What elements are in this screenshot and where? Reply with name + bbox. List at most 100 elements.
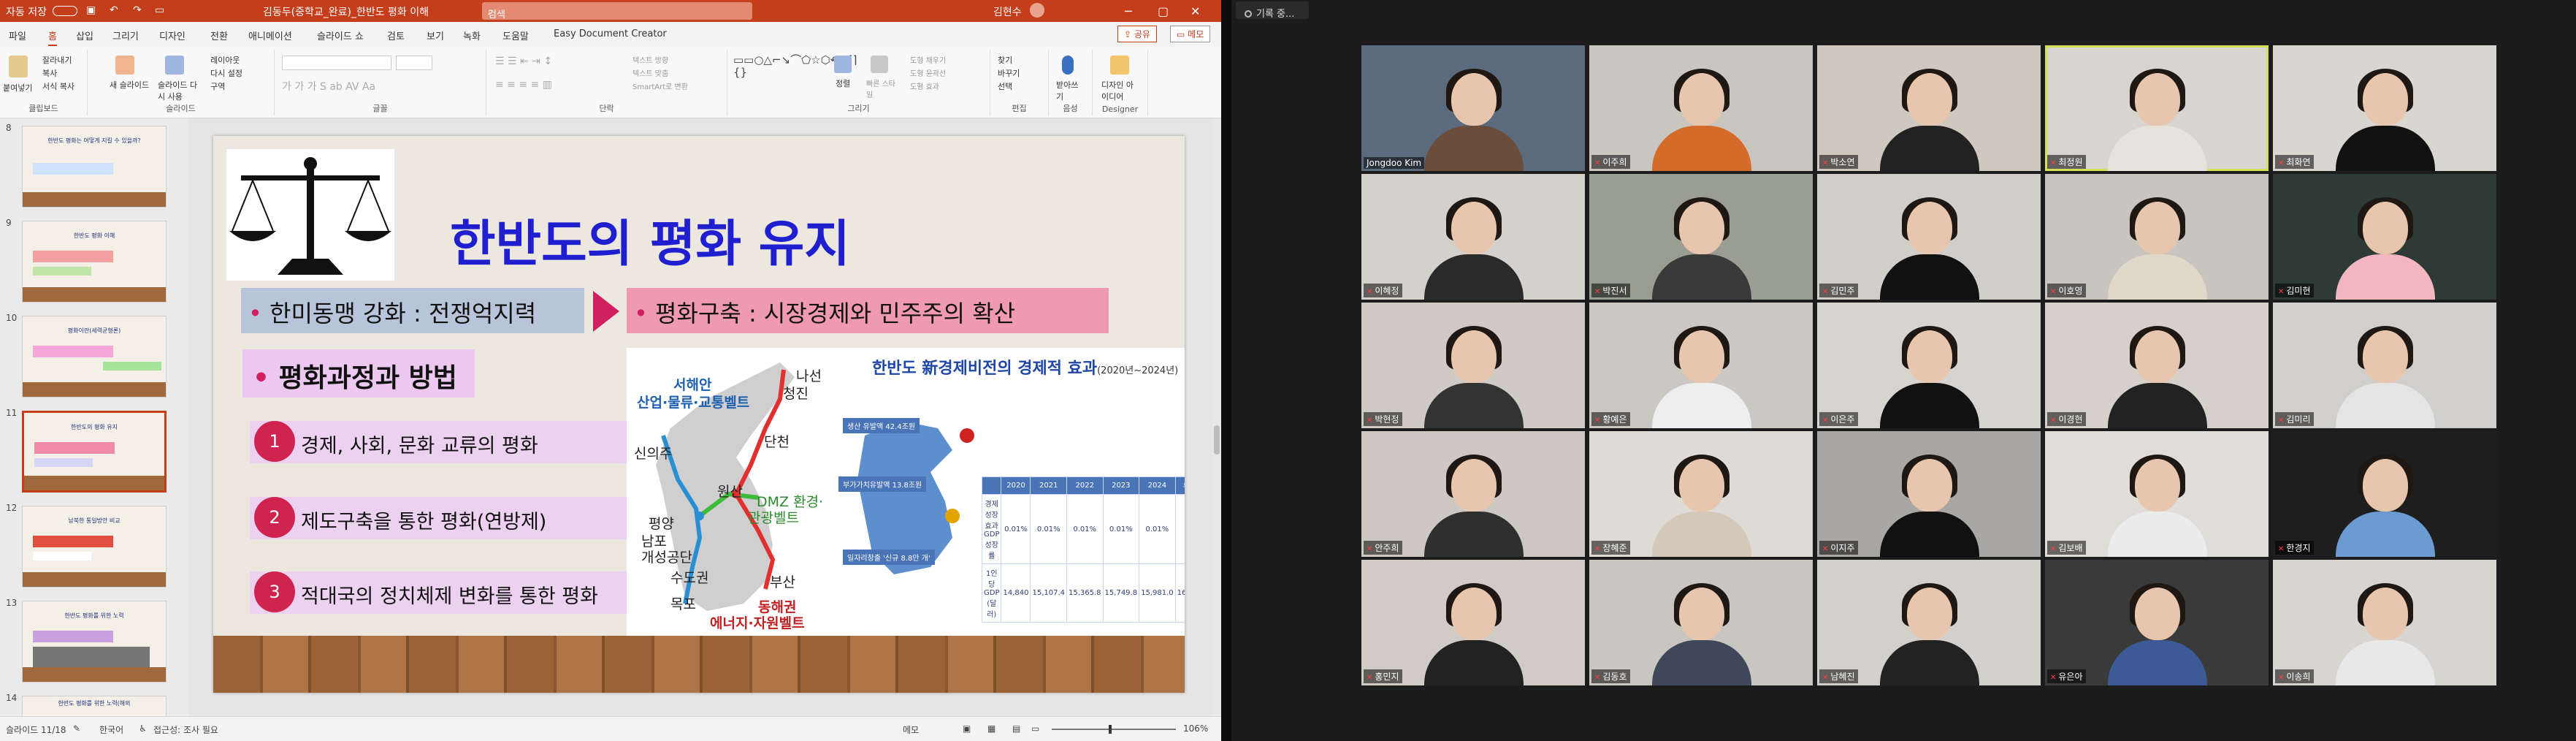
participant-video-tile[interactable]: ✕ 이은주 <box>1817 303 2041 428</box>
participant-video-tile[interactable]: ✕ 박소연 <box>1817 45 2041 171</box>
redo-icon[interactable]: ↷ <box>133 4 142 16</box>
alliance-bar[interactable]: • 한미동맹 강화 : 전쟁억지력 <box>241 288 584 333</box>
microphone-icon[interactable] <box>1062 56 1074 75</box>
paste-icon[interactable] <box>9 56 28 77</box>
reset-button[interactable]: 다시 설정 <box>210 67 242 79</box>
participant-video-tile[interactable]: ✕ 김보배 <box>2045 431 2269 557</box>
maximize-icon[interactable]: ▢ <box>1158 4 1169 18</box>
arrange-button[interactable]: 정렬 <box>836 77 850 89</box>
shapes-gallery[interactable]: ▭▭○△⌐↘⌒⬠☆⬡↶↷⌈⌉{} <box>733 54 857 79</box>
search-box[interactable]: ⌕ 검색 <box>482 2 752 20</box>
list-icons[interactable]: ☰ ☰ ⇤ ⇥ ↕ <box>495 56 552 67</box>
zoom-slider[interactable] <box>1052 725 1176 734</box>
participant-video-tile[interactable]: ✕ 이호영 <box>2045 174 2269 300</box>
participant-video-tile[interactable]: ✕ 김미리 <box>2273 303 2496 428</box>
participant-video-tile[interactable]: ✕ 이경현 <box>2045 303 2269 428</box>
close-icon[interactable]: ✕ <box>1190 4 1200 18</box>
shape-effects-button[interactable]: 도형 효과 <box>910 80 939 91</box>
participant-video-tile[interactable]: ✕ 김미현 <box>2273 174 2496 300</box>
copy-button[interactable]: 복사 <box>42 67 57 79</box>
slide-thumbnail[interactable]: 한반도 평화는 어떻게 지킬 수 있을까? <box>22 126 167 208</box>
text-direction-button[interactable]: 텍스트 방향 <box>632 54 668 65</box>
dictate-button[interactable]: 받아쓰기 <box>1056 79 1085 102</box>
step-3[interactable]: 3 적대국의 정치체제 변화를 통한 평화 <box>250 571 630 614</box>
start-slideshow-icon[interactable]: ▭ <box>155 4 164 16</box>
tab-help[interactable]: 도움말 <box>502 28 529 42</box>
participant-video-tile[interactable]: ✕ 유은아 <box>2045 560 2269 685</box>
step-2[interactable]: 2 제도구축을 통한 평화(연방제) <box>250 497 630 539</box>
tab-insert[interactable]: 삽입 <box>76 28 93 42</box>
font-family-dropdown[interactable] <box>282 56 391 70</box>
peacebuilding-bar[interactable]: • 평화구축 : 시장경제와 민주주의 확산 <box>627 288 1109 333</box>
cut-button[interactable]: 잘라내기 <box>42 54 72 66</box>
accessibility-status[interactable]: 접근성: 조사 필요 <box>153 723 218 736</box>
reading-view-icon[interactable]: ▤ <box>1012 723 1020 734</box>
participant-video-tile[interactable]: ✕ 안주희 <box>1361 431 1585 557</box>
tab-file[interactable]: 파일 <box>9 28 26 42</box>
participant-video-tile[interactable]: ✕ 남혜진 <box>1817 560 2041 685</box>
participant-video-tile[interactable]: ✕ 김민주 <box>1817 174 2041 300</box>
minimize-icon[interactable]: ─ <box>1125 4 1132 18</box>
section-heading[interactable]: • 평화과정과 방법 <box>242 349 475 398</box>
format-painter-button[interactable]: 서식 복사 <box>42 80 74 92</box>
participant-video-tile[interactable]: ✕ 한경지 <box>2273 431 2496 557</box>
participant-video-tile[interactable]: ✕ 홍민지 <box>1361 560 1585 685</box>
arrange-icon[interactable] <box>834 56 852 73</box>
font-size-dropdown[interactable] <box>396 56 432 70</box>
layout-button[interactable]: 레이아웃 <box>210 54 240 66</box>
autosave-toggle[interactable] <box>53 6 77 16</box>
section-button[interactable]: 구역 <box>210 80 225 92</box>
align-icons[interactable]: ≡ ≡ ≡ ≡ ▥ <box>495 79 552 91</box>
participant-video-tile[interactable]: ✕ 이주희 <box>1589 45 1813 171</box>
participant-video-tile[interactable]: ✕ 장혜준 <box>1589 431 1813 557</box>
tab-home[interactable]: 홈 <box>48 28 57 46</box>
notes-button[interactable]: 메모 <box>903 723 919 736</box>
language-indicator[interactable]: 한국어 <box>99 723 123 736</box>
spell-check-icon[interactable]: ✎ <box>73 723 80 734</box>
economic-map-image[interactable]: 서해안 산업·물류·교통벨트 신의주 평양 남포 개성공단 수도권 목포 나선 … <box>627 348 1185 636</box>
tab-review[interactable]: 검토 <box>387 28 405 42</box>
participant-video-tile[interactable]: ✕ 김동호 <box>1589 560 1813 685</box>
zoom-level[interactable]: 106% <box>1183 723 1208 734</box>
smartart-button[interactable]: SmartArt로 변환 <box>632 80 688 91</box>
slide-sorter-icon[interactable]: ▦ <box>987 723 995 734</box>
quick-styles-icon[interactable] <box>871 56 888 73</box>
new-slide-icon[interactable] <box>115 56 134 75</box>
tab-draw[interactable]: 그리기 <box>112 28 139 42</box>
participant-video-tile[interactable]: ✕ 이지주 <box>1817 431 2041 557</box>
align-text-button[interactable]: 텍스트 맞춤 <box>632 67 668 78</box>
slide-thumbnail-current[interactable]: 한반도의 평화 유지 <box>22 411 167 493</box>
slide-thumbnail[interactable]: 한반도 평화 이해 <box>22 221 167 303</box>
participant-video-tile[interactable]: ✕ 이혜정 <box>1361 174 1585 300</box>
tab-animations[interactable]: 애니메이션 <box>248 28 292 42</box>
slide-11[interactable]: 한반도의 평화 유지 • 한미동맹 강화 : 전쟁억지력 • 평화구축 : 시장… <box>213 136 1185 693</box>
normal-view-icon[interactable]: ▣ <box>963 723 971 734</box>
participant-video-tile[interactable]: ✕ 황예은 <box>1589 303 1813 428</box>
avatar[interactable] <box>1030 3 1044 18</box>
undo-icon[interactable]: ↶ <box>110 4 118 16</box>
participant-video-tile[interactable]: ✕ 최화연 <box>2273 45 2496 171</box>
share-button[interactable]: ⇪ 공유 <box>1117 26 1157 42</box>
reuse-slides-icon[interactable] <box>165 56 184 75</box>
participant-video-tile[interactable]: ✕ 이송희 <box>2273 560 2496 685</box>
design-ideas-button[interactable]: 디자인 아이디어 <box>1101 79 1141 102</box>
shape-fill-button[interactable]: 도형 채우기 <box>910 54 946 65</box>
slide-thumbnail[interactable]: 평화이란(세력균형론) <box>22 316 167 398</box>
participant-video-tile[interactable]: Jongdoo Kim <box>1361 45 1585 171</box>
participant-video-tile[interactable]: ✕ 최정원 <box>2045 45 2269 171</box>
select-button[interactable]: 선택 <box>998 80 1012 92</box>
zoom-slider-thumb[interactable] <box>1109 725 1112 734</box>
slideshow-view-icon[interactable]: ▭ <box>1031 723 1039 734</box>
participant-video-tile[interactable]: ✕ 박진서 <box>1589 174 1813 300</box>
tab-design[interactable]: 디자인 <box>159 28 186 42</box>
new-slide-button[interactable]: 새 슬라이드 <box>110 79 149 91</box>
tab-view[interactable]: 보기 <box>427 28 444 42</box>
step-1[interactable]: 1 경제, 사회, 문화 교류의 평화 <box>250 421 630 463</box>
shape-outline-button[interactable]: 도형 윤곽선 <box>910 67 946 78</box>
scrollbar-thumb[interactable] <box>1214 425 1220 455</box>
slide-thumbnail[interactable]: 한반도 평화를 위한 노력 <box>22 601 167 683</box>
slide-editing-area[interactable]: 한반도의 평화 유지 • 한미동맹 강화 : 전쟁억지력 • 평화구축 : 시장… <box>188 118 1212 716</box>
quick-styles-button[interactable]: 빠른 스타일 <box>866 77 895 99</box>
reuse-slides-button[interactable]: 슬라이드 다시 사용 <box>158 79 202 102</box>
recording-indicator[interactable]: 기록 중... <box>1236 1 1309 20</box>
